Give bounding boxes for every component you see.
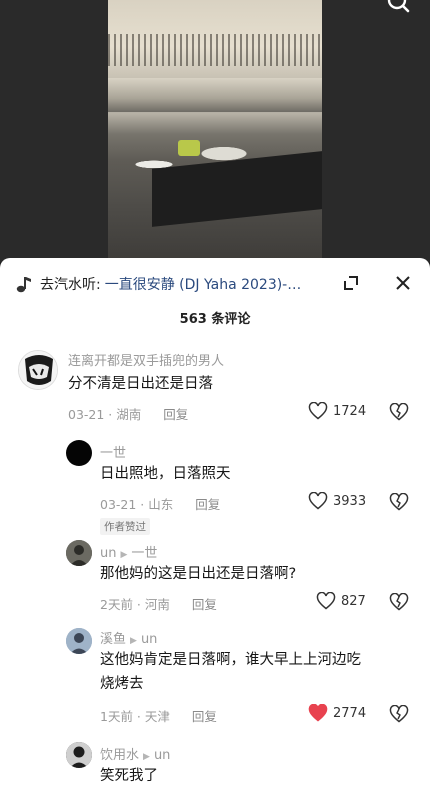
avatar[interactable] <box>66 628 92 654</box>
collapse-icon[interactable] <box>342 274 362 294</box>
heart-icon <box>308 402 328 420</box>
avatar[interactable] <box>66 540 92 566</box>
comment-text: 分不清是日出还是日落 <box>68 376 213 392</box>
comment-meta: 03-21 · 湖南 回复 <box>68 407 189 422</box>
heart-filled-icon <box>308 704 328 722</box>
comment-username[interactable]: 连离开都是双手插兜的男人 <box>68 350 224 369</box>
username-text[interactable]: 饮用水 <box>100 748 139 763</box>
comment-text: 笑死我了 <box>100 768 158 784</box>
reply-to-username[interactable]: un <box>154 748 170 763</box>
author-liked-badge: 作者赞过 <box>100 518 150 535</box>
video-player[interactable] <box>0 0 430 262</box>
comment-text-line: 这他妈肯定是日落啊，谁大早上上河边吃 <box>100 652 361 668</box>
comment-date: 03-21 <box>100 497 137 512</box>
username-text[interactable]: un <box>100 546 116 561</box>
comment-text-line: 烧烤去 <box>100 676 144 692</box>
username-text[interactable]: 溪鱼 <box>100 632 126 647</box>
comment-sheet: 去汽水听: 一直很安静 (DJ Yaha 2023)-… 563 条评论 连离开… <box>0 258 430 800</box>
comment-location: 湖南 <box>116 407 142 422</box>
reply-button[interactable]: 回复 <box>195 497 220 512</box>
reply-button[interactable]: 回复 <box>192 597 217 612</box>
music-link[interactable]: 去汽水听: 一直很安静 (DJ Yaha 2023)-… <box>16 272 316 296</box>
avatar[interactable] <box>66 440 92 466</box>
like-button[interactable]: 1724 <box>308 402 366 420</box>
comment-location: 河南 <box>144 597 170 612</box>
comment-meta: 1天前 · 天津 回复 <box>100 709 217 724</box>
like-button[interactable]: 827 <box>316 592 366 610</box>
comment-item: 连离开都是双手插兜的男人 分不清是日出还是日落 03-21 · 湖南 回复 17… <box>0 346 430 426</box>
reply-item: 一世 日出照地，日落照天 03-21 · 山东 回复 3933 作者赞过 <box>0 438 430 538</box>
broken-heart-icon[interactable] <box>389 704 409 725</box>
avatar[interactable] <box>66 742 92 768</box>
green-bag <box>178 140 200 156</box>
reply-button[interactable]: 回复 <box>192 709 217 724</box>
reply-arrow-icon: ▶ <box>130 636 137 646</box>
comment-username[interactable]: 饮用水 ▶ un <box>100 744 170 763</box>
music-prefix: 去汽水听: <box>40 277 101 293</box>
comment-location: 山东 <box>148 497 174 512</box>
comment-date: 03-21 <box>68 407 105 422</box>
song-title[interactable]: 一直很安静 (DJ Yaha 2023)-… <box>105 274 302 294</box>
heart-icon <box>316 592 336 610</box>
like-count: 827 <box>341 593 366 609</box>
close-icon[interactable] <box>392 272 414 294</box>
comment-username[interactable]: un ▶ 一世 <box>100 542 157 561</box>
comment-date: 2天前 <box>100 597 133 612</box>
river-reflection <box>108 78 322 112</box>
like-count: 3933 <box>333 493 367 509</box>
tree-line <box>108 34 322 66</box>
video-frame[interactable] <box>108 0 322 258</box>
music-note-icon <box>16 275 34 293</box>
comment-meta: 03-21 · 山东 回复 <box>100 497 221 512</box>
broken-heart-icon[interactable] <box>389 402 409 423</box>
reply-arrow-icon: ▶ <box>143 752 150 762</box>
comment-meta: 2天前 · 河南 回复 <box>100 597 217 612</box>
like-button[interactable]: 2774 <box>308 704 366 722</box>
like-button[interactable]: 3933 <box>308 492 366 510</box>
comment-date: 1天前 <box>100 709 133 724</box>
like-count: 2774 <box>333 705 367 721</box>
like-count: 1724 <box>333 403 367 419</box>
comment-text: 这他妈肯定是日落啊，谁大早上上河边吃 烧烤去 <box>100 648 400 696</box>
comment-username[interactable]: 溪鱼 ▶ un <box>100 628 157 647</box>
comment-username[interactable]: 一世 <box>100 442 126 461</box>
search-icon[interactable] <box>386 0 412 16</box>
reply-to-username[interactable]: 一世 <box>131 546 157 561</box>
broken-heart-icon[interactable] <box>389 492 409 513</box>
reply-to-username[interactable]: un <box>141 632 157 647</box>
reply-item: 溪鱼 ▶ un 这他妈肯定是日落啊，谁大早上上河边吃 烧烤去 1天前 · 天津 回复… <box>0 626 430 736</box>
comment-location: 天津 <box>144 709 170 724</box>
comment-count: 563 条评论 <box>179 312 251 327</box>
broken-heart-icon[interactable] <box>389 592 409 613</box>
reply-button[interactable]: 回复 <box>163 407 188 422</box>
reply-item: 饮用水 ▶ un 笑死我了 <box>0 740 430 800</box>
avatar[interactable] <box>18 350 58 390</box>
reply-arrow-icon: ▶ <box>120 550 128 560</box>
reply-item: un ▶ 一世 那他妈的这是日出还是日落啊? 2天前 · 河南 回复 827 <box>0 540 430 620</box>
heart-icon <box>308 492 328 510</box>
comment-text: 那他妈的这是日出还是日落啊? <box>100 566 297 582</box>
comment-text: 日出照地，日落照天 <box>100 466 231 482</box>
